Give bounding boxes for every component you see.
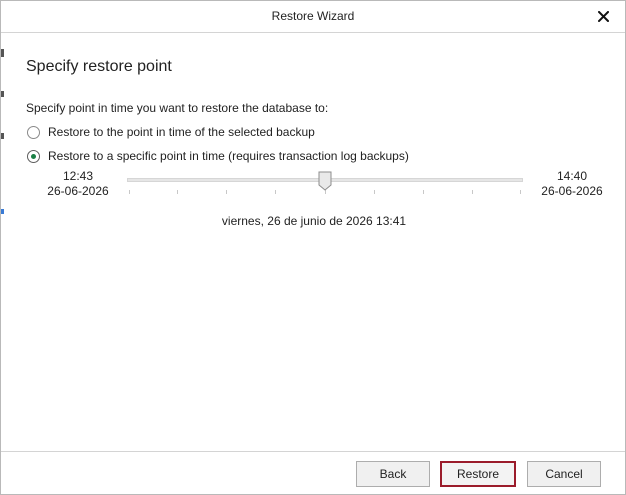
page-heading: Specify restore point: [26, 58, 172, 75]
close-icon: [597, 10, 609, 22]
option-selected-backup[interactable]: Restore to the point in time of the sele…: [27, 125, 315, 139]
close-button[interactable]: [593, 6, 613, 26]
restore-button[interactable]: Restore: [440, 461, 516, 487]
slider-end: 14:40 26-06-2026: [539, 169, 605, 199]
slider-end-date: 26-06-2026: [541, 184, 603, 198]
restore-wizard-window: Restore Wizard Specify restore point Spe…: [0, 0, 626, 495]
cancel-button[interactable]: Cancel: [527, 461, 601, 487]
slider-start-time: 12:43: [62, 169, 94, 183]
slider-end-time: 14:40: [556, 169, 588, 183]
back-button[interactable]: Back: [356, 461, 430, 487]
slider-tick: [472, 190, 473, 194]
window-title: Restore Wizard: [271, 9, 355, 23]
slider-tick: [423, 190, 424, 194]
restore-prompt: Specify point in time you want to restor…: [26, 101, 329, 115]
slider-tick: [129, 190, 130, 194]
slider-tick: [520, 190, 521, 194]
slider-tick: [275, 190, 276, 194]
radio-icon[interactable]: [27, 125, 40, 139]
title-bar: Restore Wizard: [1, 1, 625, 33]
slider-thumb-icon[interactable]: [318, 171, 332, 191]
selected-datetime: viernes, 26 de junio de 2026 13:41: [221, 214, 407, 228]
background-window-edge: [1, 133, 4, 139]
option-specific-point[interactable]: Restore to a specific point in time (req…: [27, 149, 409, 163]
slider-start: 12:43 26-06-2026: [45, 169, 111, 199]
background-window-edge: [1, 49, 4, 57]
slider-tick: [226, 190, 227, 194]
slider-start-date: 26-06-2026: [47, 184, 109, 198]
option-label: Restore to the point in time of the sele…: [48, 125, 315, 139]
option-label: Restore to a specific point in time (req…: [48, 149, 409, 163]
footer-divider: [1, 451, 625, 452]
radio-icon[interactable]: [27, 149, 40, 163]
background-window-edge: [1, 91, 4, 97]
slider-tick: [374, 190, 375, 194]
slider-tick: [177, 190, 178, 194]
